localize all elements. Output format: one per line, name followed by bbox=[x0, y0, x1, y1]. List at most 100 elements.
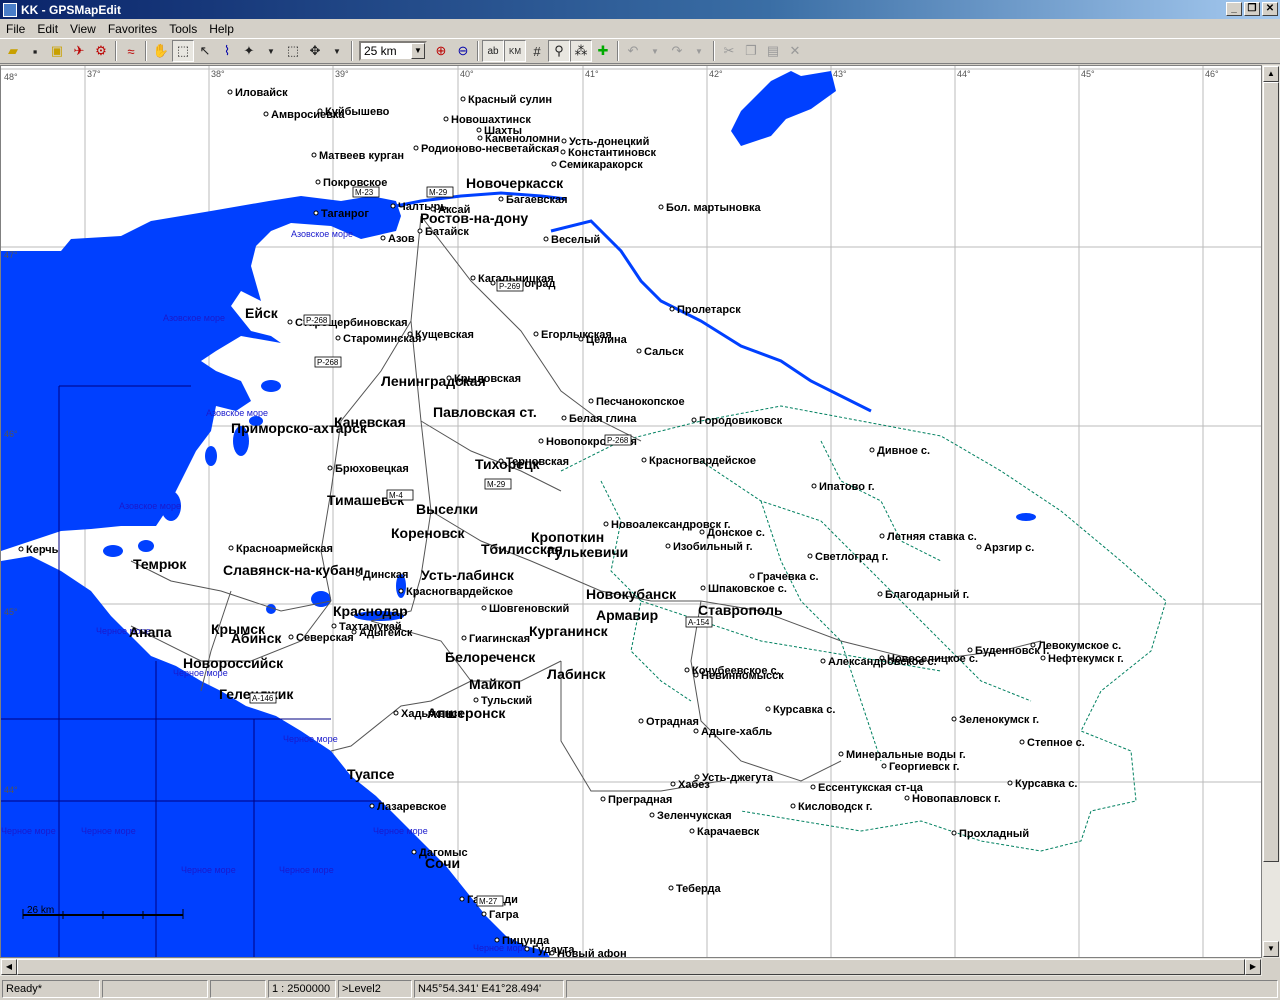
node-select-icon[interactable]: ⬚ bbox=[282, 40, 304, 62]
grid-icon[interactable]: # bbox=[526, 40, 548, 62]
city-marker-icon bbox=[543, 236, 549, 242]
city-label: Красногвардейское bbox=[649, 455, 756, 467]
scroll-left-icon[interactable]: ◀ bbox=[1, 959, 17, 975]
move-icon[interactable]: ✥ bbox=[304, 40, 326, 62]
attach-icon[interactable]: ⚲ bbox=[548, 40, 570, 62]
map-label: 40° bbox=[460, 69, 474, 79]
status-empty-3 bbox=[566, 979, 1278, 998]
map-label: Анапа bbox=[129, 624, 172, 640]
magic-wand-icon[interactable]: ✦ bbox=[238, 40, 260, 62]
labels-icon[interactable]: ab bbox=[482, 40, 504, 62]
select-arrow-icon[interactable]: ↖ bbox=[194, 40, 216, 62]
map-label: 39° bbox=[335, 69, 349, 79]
map-label: Абинск bbox=[231, 630, 282, 646]
city-marker-icon bbox=[398, 588, 404, 594]
scroll-down-icon[interactable]: ▼ bbox=[1263, 941, 1279, 957]
minimize-button[interactable]: _ bbox=[1226, 2, 1242, 16]
menu-edit[interactable]: Edit bbox=[31, 22, 64, 36]
city-marker-icon bbox=[560, 149, 566, 155]
toolbar-separator bbox=[617, 41, 619, 61]
map-canvas[interactable]: 37° 38° 39° 40° 41° 42° 43° 44° 45° 46° … bbox=[1, 66, 1262, 958]
zoom-combobox[interactable]: 25 km ▼ bbox=[359, 41, 427, 61]
dropdown-arrow-icon[interactable]: ▼ bbox=[644, 40, 666, 62]
dropdown-arrow-icon[interactable]: ▼ bbox=[688, 40, 710, 62]
map-view[interactable]: 37° 38° 39° 40° 41° 42° 43° 44° 45° 46° … bbox=[0, 65, 1262, 958]
vertical-scrollbar[interactable]: ▲ ▼ bbox=[1262, 65, 1280, 958]
dropdown-arrow-icon[interactable]: ▼ bbox=[260, 40, 282, 62]
paste-icon[interactable]: ▤ bbox=[762, 40, 784, 62]
map-label: Павловская ст. bbox=[433, 404, 537, 420]
city-label: Донское с. bbox=[707, 527, 765, 539]
zoom-rect-icon[interactable]: ⬚ bbox=[172, 40, 194, 62]
city-label: Курсавка с. bbox=[1015, 778, 1077, 790]
city-marker-icon bbox=[470, 275, 476, 281]
map-label: Азовское море bbox=[163, 313, 225, 323]
menu-tools[interactable]: Tools bbox=[163, 22, 203, 36]
city-label: Нефтекумск г. bbox=[1048, 653, 1124, 665]
toolbar-separator bbox=[477, 41, 479, 61]
zoom-in-icon[interactable]: ⊕ bbox=[430, 40, 452, 62]
save-icon[interactable]: ▪ bbox=[24, 40, 46, 62]
track-icon[interactable]: ≈ bbox=[120, 40, 142, 62]
city-label: Шовгеновский bbox=[489, 603, 569, 615]
redo-icon[interactable]: ↷ bbox=[666, 40, 688, 62]
city-label: Иловайск bbox=[235, 87, 288, 99]
city-label: Северская bbox=[296, 632, 354, 644]
menu-file[interactable]: File bbox=[0, 22, 31, 36]
map-label: 37° bbox=[87, 69, 101, 79]
city-marker-icon bbox=[879, 533, 885, 539]
open-folder-icon[interactable]: ▰ bbox=[2, 40, 24, 62]
undo-icon[interactable]: ↶ bbox=[622, 40, 644, 62]
city-marker-icon bbox=[600, 796, 606, 802]
city-label: Прохладный bbox=[959, 828, 1029, 840]
road-sign-label: M-29 bbox=[429, 188, 448, 197]
city-label: Багаевская bbox=[506, 194, 568, 206]
city-marker-icon bbox=[1019, 739, 1025, 745]
city-marker-icon bbox=[1007, 780, 1013, 786]
restore-button[interactable]: ❐ bbox=[1244, 2, 1260, 16]
scroll-right-icon[interactable]: ▶ bbox=[1245, 959, 1261, 975]
horizontal-scroll-thumb[interactable] bbox=[17, 959, 1245, 975]
map-properties-icon[interactable]: ⚙ bbox=[90, 40, 112, 62]
map-label: Темрюк bbox=[133, 556, 187, 572]
menu-favorites[interactable]: Favorites bbox=[102, 22, 163, 36]
map-label: Приморско-ахтарск bbox=[231, 420, 368, 436]
menu-view[interactable]: View bbox=[64, 22, 102, 36]
map-label: 45° bbox=[4, 607, 18, 617]
map-label: Майкоп bbox=[469, 676, 521, 692]
menu-help[interactable]: Help bbox=[203, 22, 240, 36]
city-label: Светлоград г. bbox=[815, 551, 888, 563]
map-label: 41° bbox=[585, 69, 599, 79]
map-label: Черное море bbox=[279, 865, 334, 875]
copy-icon[interactable]: ❐ bbox=[740, 40, 762, 62]
zoom-out-icon[interactable]: ⊖ bbox=[452, 40, 474, 62]
scroll-up-icon[interactable]: ▲ bbox=[1263, 66, 1279, 82]
status-scale: 1 : 2500000 bbox=[268, 979, 336, 998]
city-marker-icon bbox=[810, 784, 816, 790]
city-marker-icon bbox=[838, 751, 844, 757]
gps-icon[interactable]: ✈ bbox=[68, 40, 90, 62]
city-marker-icon bbox=[636, 348, 642, 354]
map-label: Выселки bbox=[416, 501, 478, 517]
nodes-icon[interactable]: ⁂ bbox=[570, 40, 592, 62]
vertical-scroll-thumb[interactable] bbox=[1263, 82, 1279, 862]
close-button[interactable]: ✕ bbox=[1262, 2, 1278, 16]
dropdown-arrow-icon[interactable]: ▼ bbox=[326, 40, 348, 62]
polyline-icon[interactable]: ⌇ bbox=[216, 40, 238, 62]
city-marker-icon bbox=[228, 545, 234, 551]
city-label: Курсавка с. bbox=[773, 704, 835, 716]
chevron-down-icon[interactable]: ▼ bbox=[411, 43, 425, 59]
city-marker-icon bbox=[533, 331, 539, 337]
delete-icon[interactable]: ✕ bbox=[784, 40, 806, 62]
city-marker-icon bbox=[649, 812, 655, 818]
city-label: Красногвардейское bbox=[406, 586, 513, 598]
horizontal-scrollbar[interactable]: ◀ ▶ bbox=[0, 958, 1262, 976]
scale-km-icon[interactable]: KM bbox=[504, 40, 526, 62]
import-icon[interactable]: ▣ bbox=[46, 40, 68, 62]
junctions-icon[interactable]: ✚ bbox=[592, 40, 614, 62]
city-marker-icon bbox=[638, 718, 644, 724]
hand-pan-icon[interactable]: ✋ bbox=[150, 40, 172, 62]
map-label: 44° bbox=[4, 785, 18, 795]
cut-icon[interactable]: ✂ bbox=[718, 40, 740, 62]
city-marker-icon bbox=[693, 728, 699, 734]
